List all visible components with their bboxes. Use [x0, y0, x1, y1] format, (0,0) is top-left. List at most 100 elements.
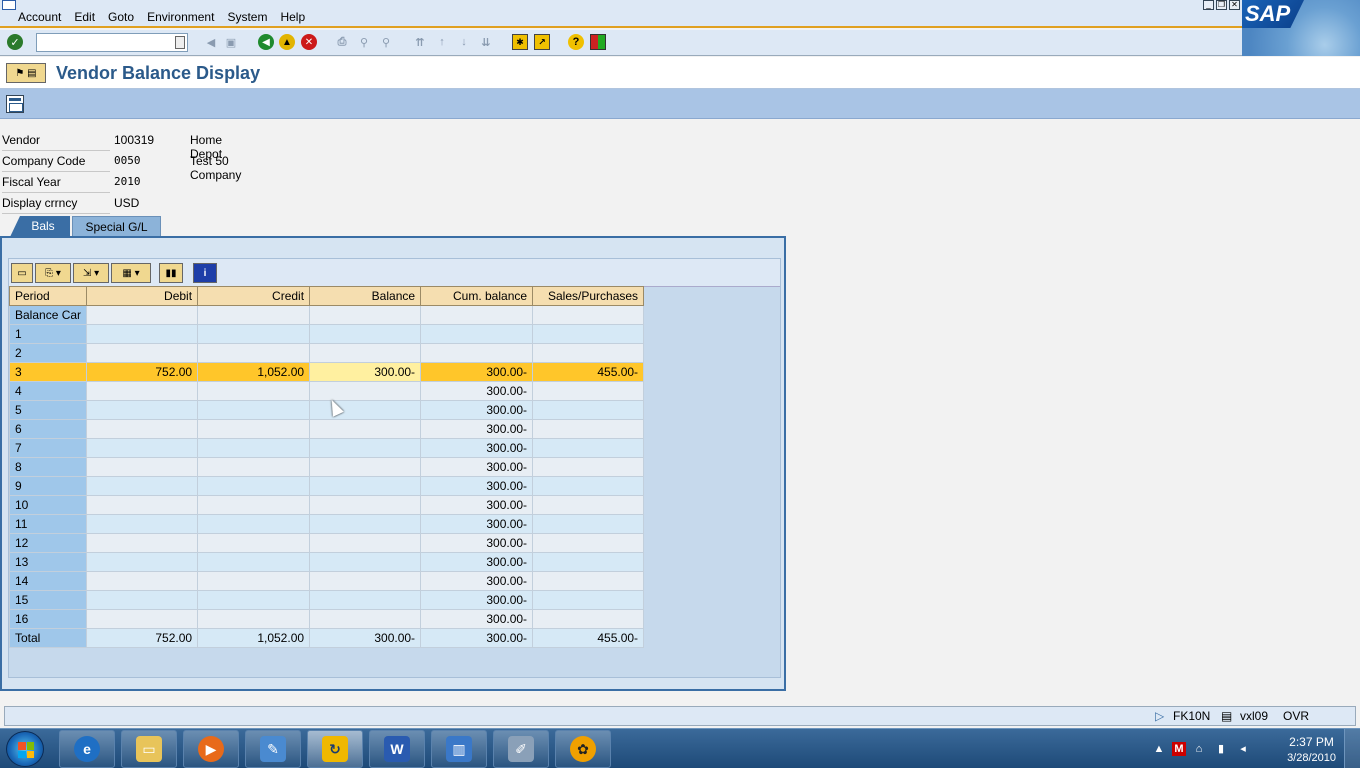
help-icon[interactable]: ?: [568, 34, 584, 50]
cell-sales-purchases[interactable]: [532, 609, 645, 629]
column-header-sales-purchases[interactable]: Sales/Purchases: [532, 286, 645, 306]
tab-balances[interactable]: Bals: [10, 216, 70, 237]
previous-page-icon[interactable]: ↑: [434, 34, 450, 50]
table-row[interactable]: 15 300.00-: [8, 590, 645, 610]
cell-debit[interactable]: [86, 381, 199, 401]
print-icon[interactable]: ⎙: [334, 34, 350, 50]
cell-sales-purchases[interactable]: [532, 495, 645, 515]
table-row[interactable]: 2: [8, 343, 645, 363]
last-page-icon[interactable]: ⇊: [478, 34, 494, 50]
cell-sales-purchases[interactable]: [532, 514, 645, 534]
cell-cum-balance[interactable]: 300.00-: [420, 457, 534, 477]
cell-sales-purchases[interactable]: [532, 305, 645, 325]
cell-balance[interactable]: [309, 476, 422, 496]
cell-period[interactable]: 9: [8, 476, 88, 496]
table-row[interactable]: Balance Car: [8, 305, 645, 325]
clock[interactable]: 2:37 PM 3/28/2010: [1287, 734, 1336, 766]
cell-cum-balance[interactable]: [420, 305, 534, 325]
layout-icon[interactable]: [6, 95, 24, 113]
show-hidden-icons-icon[interactable]: ▲: [1152, 742, 1166, 756]
cell-balance[interactable]: [309, 552, 422, 572]
taskbar-internet-explorer[interactable]: e: [59, 730, 115, 768]
cell-cum-balance[interactable]: 300.00-: [420, 362, 534, 382]
menu-goto[interactable]: Goto: [108, 10, 134, 24]
cell-balance[interactable]: [309, 457, 422, 477]
cell-sales-purchases[interactable]: [532, 343, 645, 363]
cell-credit[interactable]: [197, 495, 311, 515]
cell-sales-purchases[interactable]: [532, 590, 645, 610]
cell-balance[interactable]: [309, 571, 422, 591]
cell-credit[interactable]: 1,052.00: [197, 362, 311, 382]
cell-period[interactable]: Balance Car: [8, 305, 88, 325]
cell-cum-balance[interactable]: 300.00-: [420, 514, 534, 534]
details-icon[interactable]: ▭: [11, 263, 33, 283]
find-next-icon[interactable]: ⚲: [378, 34, 394, 50]
cell-debit[interactable]: [86, 457, 199, 477]
table-row[interactable]: 14 300.00-: [8, 571, 645, 591]
save-icon[interactable]: ▣: [223, 34, 239, 50]
cell-cum-balance[interactable]: 300.00-: [420, 419, 534, 439]
cell-balance[interactable]: 300.00-: [309, 362, 422, 382]
cell-debit[interactable]: [86, 552, 199, 572]
enter-check-icon[interactable]: ✓: [7, 34, 23, 50]
cell-debit[interactable]: [86, 571, 199, 591]
cell-debit[interactable]: [86, 590, 199, 610]
status-expand-icon[interactable]: ▷: [1155, 709, 1164, 723]
table-row[interactable]: 1: [8, 324, 645, 344]
cell-period[interactable]: 3: [8, 362, 88, 382]
network-icon[interactable]: ▮: [1214, 742, 1228, 756]
table-row[interactable]: 6 300.00-: [8, 419, 645, 439]
cell-credit[interactable]: [197, 419, 311, 439]
command-history-icon[interactable]: [175, 36, 185, 49]
cell-credit[interactable]: [197, 438, 311, 458]
cell-credit[interactable]: [197, 476, 311, 496]
table-row[interactable]: 16 300.00-: [8, 609, 645, 629]
cell-debit[interactable]: [86, 400, 199, 420]
table-row[interactable]: 7 300.00-: [8, 438, 645, 458]
cell-credit[interactable]: [197, 305, 311, 325]
cell-balance[interactable]: [309, 438, 422, 458]
exit-icon[interactable]: ▲: [279, 34, 295, 50]
cell-cum-balance[interactable]: 300.00-: [420, 400, 534, 420]
cell-credit[interactable]: [197, 533, 311, 553]
cell-balance[interactable]: [309, 324, 422, 344]
cell-balance[interactable]: [309, 514, 422, 534]
cell-cum-balance[interactable]: 300.00-: [420, 438, 534, 458]
cell-credit[interactable]: [197, 571, 311, 591]
cell-sales-purchases[interactable]: [532, 400, 645, 420]
cell-credit[interactable]: [197, 381, 311, 401]
cell-period[interactable]: 8: [8, 457, 88, 477]
cell-period[interactable]: 16: [8, 609, 88, 629]
cell-period[interactable]: 4: [8, 381, 88, 401]
taskbar-paint[interactable]: ✎: [245, 730, 301, 768]
cell-sales-purchases[interactable]: [532, 324, 645, 344]
taskbar-word[interactable]: W: [369, 730, 425, 768]
taskbar-explorer[interactable]: ▭: [121, 730, 177, 768]
table-row[interactable]: 9 300.00-: [8, 476, 645, 496]
mcafee-icon[interactable]: M: [1172, 742, 1186, 756]
cell-period[interactable]: 11: [8, 514, 88, 534]
cell-credit[interactable]: [197, 514, 311, 534]
cell-cum-balance[interactable]: 300.00-: [420, 533, 534, 553]
print-preview-icon[interactable]: ⎘ ▾: [35, 263, 71, 283]
taskbar-snipping[interactable]: ✿: [555, 730, 611, 768]
cell-period[interactable]: 13: [8, 552, 88, 572]
table-row[interactable]: 3 752.00 1,052.00 300.00- 300.00- 455.00-: [8, 362, 645, 382]
command-field[interactable]: [36, 33, 188, 52]
cell-credit[interactable]: [197, 343, 311, 363]
cell-debit[interactable]: [86, 438, 199, 458]
shortcut-icon[interactable]: ↗: [534, 34, 550, 50]
cell-sales-purchases[interactable]: [532, 533, 645, 553]
next-page-icon[interactable]: ↓: [456, 34, 472, 50]
table-row[interactable]: 4 300.00-: [8, 381, 645, 401]
cell-sales-purchases[interactable]: [532, 419, 645, 439]
column-header-balance[interactable]: Balance: [309, 286, 422, 306]
status-info-icon[interactable]: ▤: [1221, 709, 1232, 723]
cell-credit[interactable]: [197, 457, 311, 477]
cell-sales-purchases[interactable]: [532, 381, 645, 401]
cell-credit[interactable]: [197, 609, 311, 629]
restore-icon[interactable]: ❐: [1216, 0, 1227, 10]
column-header-credit[interactable]: Credit: [197, 286, 311, 306]
menu-system[interactable]: System: [227, 10, 267, 24]
cell-debit[interactable]: [86, 343, 199, 363]
